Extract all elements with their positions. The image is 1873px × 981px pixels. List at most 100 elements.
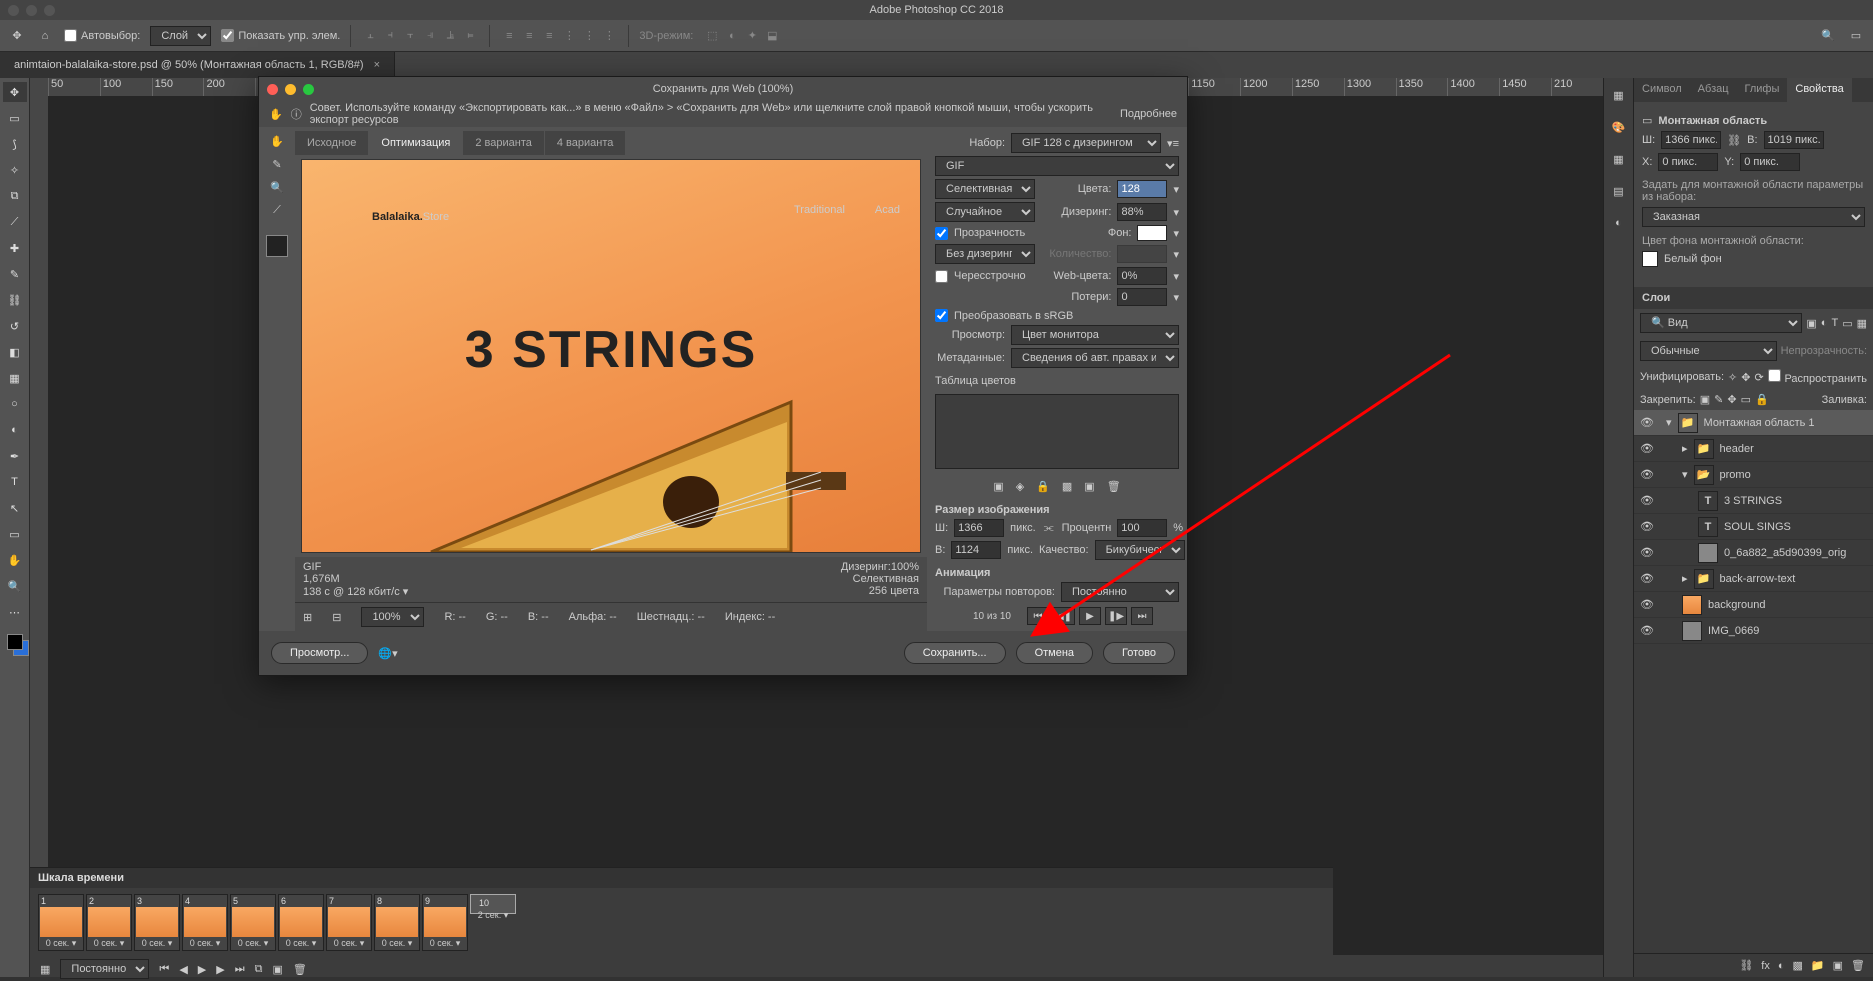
timeline-frame[interactable]: 90 сек. ▾ [422, 894, 468, 951]
zoom-tool[interactable]: 🔍 [3, 576, 27, 596]
show-controls-checkbox[interactable]: Показать упр. элем. [221, 29, 340, 42]
brush-tool[interactable]: ✎ [3, 264, 27, 284]
edit-toolbar[interactable]: ⋯ [3, 602, 27, 622]
layers-footer[interactable]: ⛓fx◐▩📁▣🗑 [1634, 953, 1873, 977]
artboard-height[interactable] [1764, 131, 1824, 149]
layer-row[interactable]: 👁IMG_0669 [1634, 618, 1873, 644]
timeline-frame[interactable]: 60 сек. ▾ [278, 894, 324, 951]
color-table[interactable] [935, 394, 1179, 469]
autoselect-dropdown[interactable]: Слой [150, 26, 211, 46]
dialog-toolbar[interactable]: ✋✎ 🔍⟋ [259, 127, 295, 631]
colors-input[interactable] [1117, 180, 1167, 198]
loop-options-dropdown[interactable]: Постоянно [1061, 582, 1179, 602]
path-tool[interactable]: ↖ [3, 498, 27, 518]
artboard-preset[interactable]: Заказная [1642, 207, 1865, 227]
image-size-row2[interactable]: В:пикс. Качество:Бикубическая [935, 540, 1179, 560]
layer-row[interactable]: 👁▾📁Монтажная область 1 [1634, 410, 1873, 436]
wand-tool[interactable]: ✧ [3, 160, 27, 180]
layer-row[interactable]: 👁T3 STRINGS [1634, 488, 1873, 514]
move-tool[interactable]: ✥ [3, 82, 27, 102]
preview-dropdown[interactable]: Цвет монитора [1011, 325, 1179, 345]
type-tool[interactable]: T [3, 472, 27, 492]
dither-method[interactable]: Случайное [935, 202, 1035, 222]
cancel-button[interactable]: Отмена [1016, 642, 1093, 664]
preset-dropdown[interactable]: GIF 128 с дизерингом [1011, 133, 1161, 153]
timeline-frame[interactable]: 20 сек. ▾ [86, 894, 132, 951]
home-icon[interactable]: ⌂ [36, 27, 54, 45]
align-icons[interactable]: ⫠⫞⫟ ⫣⫡⫢ [361, 27, 479, 45]
artboard-y[interactable] [1740, 153, 1800, 171]
layer-row[interactable]: 👁▸📁header [1634, 436, 1873, 462]
stamp-tool[interactable]: ⛓ [3, 290, 27, 310]
artboard-x[interactable] [1658, 153, 1718, 171]
slice-tool-icon: ✎ [272, 158, 281, 171]
color-table-icons[interactable]: ▣◈🔒▩▣🗑 [935, 476, 1179, 497]
loop-dropdown[interactable]: Постоянно [60, 959, 149, 979]
crop-tool[interactable]: ⧉ [3, 186, 27, 206]
history-brush-tool[interactable]: ↺ [3, 316, 27, 336]
heal-tool[interactable]: ✚ [3, 238, 27, 258]
timeline-frame[interactable]: 70 сек. ▾ [326, 894, 372, 951]
browser-icon[interactable]: 🌐▾ [378, 647, 397, 660]
layer-row[interactable]: 👁▸📁back-arrow-text [1634, 566, 1873, 592]
done-button[interactable]: Готово [1103, 642, 1175, 664]
layer-row[interactable]: 👁0_6a882_a5d90399_orig [1634, 540, 1873, 566]
artboard-width[interactable] [1661, 131, 1721, 149]
preview-zoom[interactable]: 100% [361, 607, 424, 627]
eraser-tool[interactable]: ◧ [3, 342, 27, 362]
image-size-row[interactable]: Ш:пикс. ⫘ Процентн% [935, 519, 1179, 537]
timeline-frame[interactable]: 80 сек. ▾ [374, 894, 420, 951]
pen-tool[interactable]: ✒ [3, 446, 27, 466]
window-controls[interactable] [8, 5, 55, 16]
preview-area[interactable]: Balalaika.Store TraditionalAcad 3 STRING… [301, 159, 921, 553]
timeline-frame[interactable]: 102 сек. ▾ [470, 894, 516, 914]
dialog-titlebar[interactable]: Сохранить для Web (100%) [259, 77, 1187, 101]
timeline-controls[interactable]: ▦ Постоянно ⏮◀ ▶▶ ⏭ ⧉▣🗑 [30, 957, 1333, 981]
timeline-frame[interactable]: 10 сек. ▾ [38, 894, 84, 951]
save-button[interactable]: Сохранить... [904, 642, 1006, 664]
timeline-frames[interactable]: 10 сек. ▾20 сек. ▾30 сек. ▾40 сек. ▾50 с… [30, 888, 1333, 957]
eyedropper-tool[interactable]: ⟋ [3, 212, 27, 232]
adjustments-icon: ◐ [1610, 214, 1628, 232]
layers-filter[interactable]: 🔍 Вид ▣◐ T▭▦ [1634, 309, 1873, 337]
timeline-frame[interactable]: 30 сек. ▾ [134, 894, 180, 951]
dither-input[interactable] [1117, 203, 1167, 221]
timeline-frame[interactable]: 40 сек. ▾ [182, 894, 228, 951]
metadata-dropdown[interactable]: Сведения об авт. правах и контакты [1011, 348, 1179, 368]
blur-tool[interactable]: ○ [3, 394, 27, 414]
hand-tool[interactable]: ✋ [3, 550, 27, 570]
layer-row[interactable]: 👁background [1634, 592, 1873, 618]
blend-mode[interactable]: Обычные [1640, 341, 1777, 361]
properties-tabs[interactable]: СимволАбзац ГлифыСвойства [1634, 78, 1873, 102]
layers-list[interactable]: 👁▾📁Монтажная область 1👁▸📁header👁▾📂promo👁… [1634, 410, 1873, 953]
timeline-frame[interactable]: 50 сек. ▾ [230, 894, 276, 951]
marquee-tool[interactable]: ▭ [3, 108, 27, 128]
dodge-tool[interactable]: ◐ [3, 420, 27, 440]
workspace-icon[interactable]: ▭ [1847, 27, 1865, 45]
autoselect-checkbox[interactable]: Автовыбор: [64, 29, 140, 42]
gradient-tool[interactable]: ▦ [3, 368, 27, 388]
trans-dither-dropdown[interactable]: Без дизеринга проз... [935, 244, 1035, 264]
dialog-footer: Просмотр... 🌐▾ Сохранить... Отмена Готов… [259, 631, 1187, 675]
learn-more-link[interactable]: Подробнее [1120, 108, 1177, 120]
interlaced-checkbox[interactable] [935, 270, 948, 283]
lasso-tool[interactable]: ⟆ [3, 134, 27, 154]
animation-controls[interactable]: 10 из 10 ⏮◀❚▶❚▶⏭ [935, 607, 1179, 625]
hand-icon: ✋ [269, 108, 283, 121]
document-tab[interactable]: animtaion-balalaika-store.psd @ 50% (Мон… [0, 52, 395, 78]
shape-tool[interactable]: ▭ [3, 524, 27, 544]
reduction-dropdown[interactable]: Селективная [935, 179, 1035, 199]
layer-row[interactable]: 👁TSOUL SINGS [1634, 514, 1873, 540]
color-swatches[interactable] [7, 634, 23, 666]
search-icon[interactable]: 🔍 [1819, 27, 1837, 45]
panel-strip[interactable]: ▦ 🎨 ▦ ▤ ◐ [1603, 78, 1633, 977]
format-dropdown[interactable]: GIF [935, 156, 1179, 176]
transparency-checkbox[interactable] [935, 227, 948, 240]
srgb-checkbox[interactable] [935, 309, 948, 322]
layer-row[interactable]: 👁▾📂promo [1634, 462, 1873, 488]
preview-button[interactable]: Просмотр... [271, 642, 368, 664]
distribute-icons[interactable]: ≡≡≡⋮⋮⋮ [500, 27, 618, 45]
matte-color[interactable] [1137, 225, 1167, 241]
dialog-window-controls[interactable] [267, 84, 314, 95]
dialog-view-tabs[interactable]: ИсходноеОптимизация 2 варианта4 варианта [295, 127, 927, 155]
